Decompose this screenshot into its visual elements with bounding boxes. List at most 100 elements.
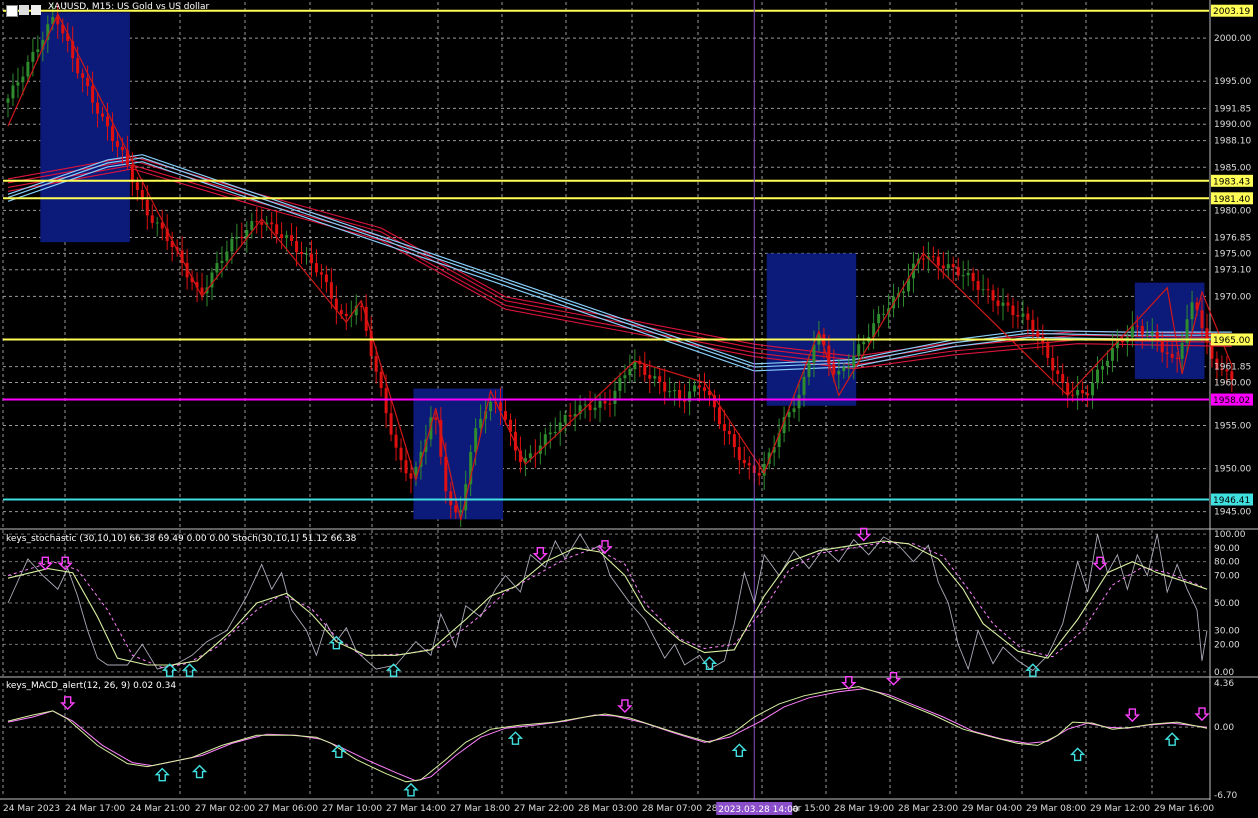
candle-body — [613, 390, 617, 405]
candle-body — [588, 404, 592, 411]
candle-body — [1006, 302, 1010, 306]
candle-body — [757, 472, 761, 476]
candle-body — [379, 371, 383, 389]
price-tick-label: 1976.85 — [1214, 233, 1251, 243]
candle-body — [6, 98, 10, 103]
time-tick-label: 24 Mar 17:00 — [65, 804, 125, 814]
candle-body — [1096, 369, 1100, 383]
candle-body — [797, 394, 801, 409]
time-tick-label: 27 Mar 10:00 — [322, 804, 382, 814]
candle-body — [1091, 382, 1095, 396]
candle-body — [374, 356, 378, 372]
candle-body — [1165, 352, 1169, 354]
candle-body — [1175, 357, 1179, 359]
candle-body — [1066, 382, 1070, 395]
candle-body — [663, 382, 667, 392]
candle-body — [115, 141, 119, 148]
candle-body — [583, 404, 587, 406]
candle-body — [548, 432, 552, 435]
candle-body — [1110, 348, 1114, 361]
candle-body — [434, 417, 438, 420]
candle-body — [1105, 360, 1109, 366]
candle-body — [300, 252, 304, 255]
price-tick-label: 1950.00 — [1214, 465, 1251, 475]
candle-body — [130, 164, 134, 183]
macd-tick-label: -6.70 — [1214, 791, 1238, 801]
candle-body — [986, 289, 990, 291]
one-click-trading-icon[interactable] — [19, 5, 29, 15]
candle-body — [847, 366, 851, 368]
candle-body — [56, 16, 60, 25]
candle-body — [1056, 370, 1060, 375]
time-tick-label: 27 Mar 02:00 — [195, 804, 255, 814]
candle-body — [1200, 310, 1204, 329]
candle-body — [474, 428, 478, 453]
candle-body — [454, 505, 458, 513]
candle-body — [737, 447, 741, 460]
chart-canvas[interactable]: 2000.00 1995.00 1991.85 1990.00 1988.10 1985.… — [0, 0, 1258, 818]
candle-body — [1150, 332, 1154, 335]
candle-body — [603, 401, 607, 404]
candle-body — [81, 73, 85, 78]
candle-body — [200, 287, 204, 294]
candle-body — [479, 418, 483, 429]
price-tick-label: 1991.85 — [1214, 104, 1251, 114]
candle-body — [444, 456, 448, 492]
candle-body — [832, 363, 836, 375]
candle-body — [404, 460, 408, 474]
candle-body — [971, 272, 975, 282]
candle-body — [857, 344, 861, 356]
candle-body — [329, 282, 333, 299]
candle-body — [1081, 390, 1085, 394]
candle-body — [399, 447, 403, 461]
candle-body — [693, 385, 697, 392]
candle-body — [135, 182, 139, 191]
chart-menu-icon[interactable] — [6, 5, 18, 17]
price-tick-label: 1945.00 — [1214, 508, 1251, 518]
price-level-label: 1981.40 — [1213, 195, 1250, 205]
candle-body — [145, 199, 149, 216]
candle-body — [921, 258, 925, 260]
candle-body — [553, 431, 557, 433]
price-tick-label: 1988.10 — [1214, 137, 1251, 147]
candle-body — [275, 224, 279, 235]
candle-body — [991, 290, 995, 301]
chart-shift-icon[interactable] — [31, 5, 41, 15]
candle-body — [842, 367, 846, 372]
candle-body — [956, 267, 960, 276]
candle-body — [1101, 365, 1104, 370]
price-tick-label: 1961.85 — [1214, 363, 1251, 373]
candle-body — [394, 434, 398, 448]
candle-body — [155, 222, 159, 224]
candle-body — [802, 376, 806, 395]
candle-body — [26, 61, 30, 77]
candle-body — [295, 240, 299, 253]
candle-body — [150, 215, 154, 223]
candle-body — [563, 415, 567, 423]
candle-body — [250, 221, 254, 231]
candle-body — [324, 274, 328, 283]
price-level-label: 1958.02 — [1213, 396, 1250, 406]
candle-body — [1145, 334, 1149, 336]
candle-body — [235, 236, 239, 239]
candle-body — [120, 147, 124, 151]
candle-body — [1026, 313, 1030, 320]
candle-body — [653, 376, 657, 379]
candle-body — [931, 256, 935, 258]
candle-body — [976, 281, 980, 290]
stoch-tick-label: 0.00 — [1214, 668, 1234, 678]
candle-body — [1031, 319, 1035, 332]
candle-body — [31, 51, 35, 62]
candle-body — [1061, 374, 1065, 383]
order-block-box — [766, 253, 857, 406]
candle-body — [742, 459, 746, 464]
price-tick-label: 1955.00 — [1214, 422, 1251, 432]
order-block-box — [1134, 282, 1205, 380]
time-tick-label: 24 Mar 21:00 — [130, 804, 190, 814]
candle-body — [96, 102, 100, 114]
candle-body — [1016, 315, 1020, 317]
time-tick-label: 29 Mar 08:00 — [1026, 804, 1086, 814]
time-tick-label: 27 Mar 14:00 — [386, 804, 446, 814]
candle-body — [946, 264, 950, 269]
stoch-tick-label: 100.00 — [1214, 530, 1246, 540]
